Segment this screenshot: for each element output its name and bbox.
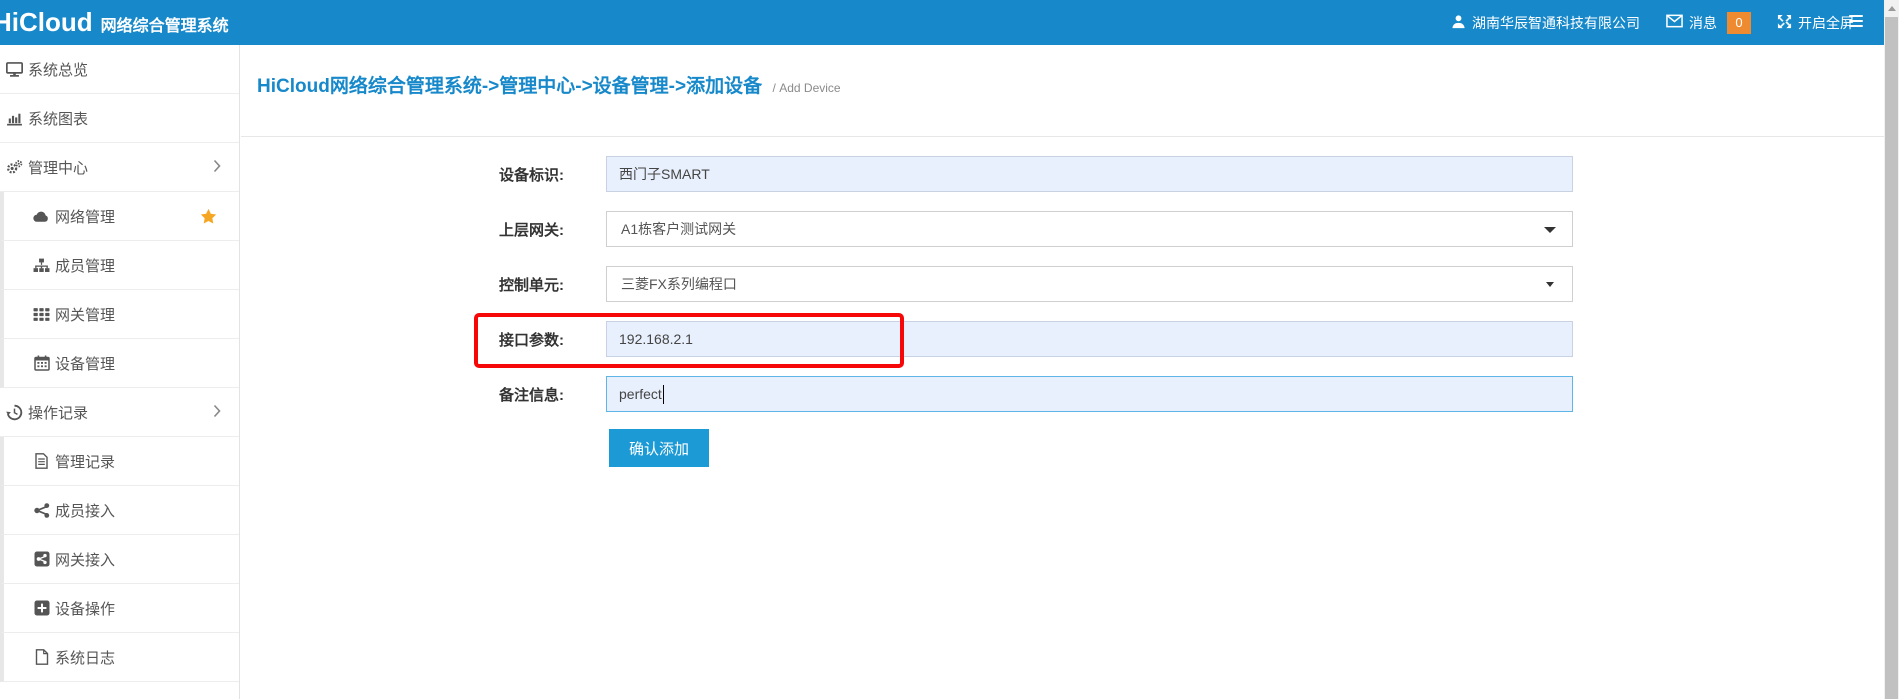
sidebar-item-label: 操作记录 [28, 402, 88, 423]
device-id-input[interactable]: 西门子SMART [606, 156, 1573, 192]
sitemap-icon [33, 257, 50, 274]
sidebar-item-label: 网关接入 [55, 549, 115, 570]
sidebar-item-system-overview[interactable]: 系统总览 [0, 45, 239, 94]
bar-chart-icon [6, 110, 23, 127]
chevron-right-icon [213, 159, 221, 177]
chevron-right-icon [213, 404, 221, 422]
file-icon [33, 649, 50, 666]
page: HiCloud 网络综合管理系统 湖南华辰智通科技有限公司 消息 0 [0, 0, 1899, 699]
remark-input[interactable]: perfect [606, 376, 1573, 412]
topbar-right: 湖南华辰智通科技有限公司 消息 0 开启全屏 [1451, 0, 1854, 45]
user-icon [1451, 14, 1466, 32]
scrollbar-thumb[interactable] [1885, 17, 1898, 699]
sidebar-item-system-logs[interactable]: 系统日志 [0, 633, 239, 682]
scroll-up-button[interactable] [1884, 0, 1899, 17]
caret-down-icon [1546, 282, 1554, 287]
history-icon [6, 404, 23, 421]
remark-value: perfect [619, 386, 662, 402]
cloud-icon [33, 208, 50, 225]
fullscreen-toggle[interactable]: 开启全屏 [1777, 13, 1854, 33]
fullscreen-icon [1777, 14, 1792, 32]
interface-params-input[interactable]: 192.168.2.1 [606, 321, 1573, 357]
form-row-control-unit: 控制单元: 三菱FX系列编程口 [241, 266, 1884, 302]
breadcrumb-path: HiCloud网络综合管理系统->管理中心->设备管理->添加设备 [257, 76, 762, 97]
messages-label: 消息 [1689, 13, 1717, 33]
grid-icon [33, 306, 50, 323]
add-device-form: 设备标识: 西门子SMART 上层网关: A1栋客户测试网关 控制单元: 三菱F… [241, 137, 1884, 467]
form-row-interface-params: 接口参数: 192.168.2.1 [241, 321, 1884, 357]
calendar-icon [33, 355, 50, 372]
sidebar: 系统总览 系统图表 管理中心 网络管理 [0, 45, 240, 699]
share-square-icon [33, 551, 50, 568]
sidebar-item-member-management[interactable]: 成员管理 [0, 241, 239, 290]
share-icon [33, 502, 50, 519]
star-icon[interactable] [200, 208, 217, 229]
remark-label: 备注信息: [241, 384, 564, 405]
sidebar-item-gateway-access[interactable]: 网关接入 [0, 535, 239, 584]
sidebar-item-label: 成员接入 [55, 500, 115, 521]
sidebar-item-management-records[interactable]: 管理记录 [0, 437, 239, 486]
logo-brand: HiCloud [0, 7, 93, 38]
device-id-value: 西门子SMART [619, 164, 710, 184]
sidebar-item-label: 系统图表 [28, 108, 88, 129]
sidebar-item-device-management[interactable]: 设备管理 [0, 339, 239, 388]
sidebar-item-network-management[interactable]: 网络管理 [0, 192, 239, 241]
device-id-label: 设备标识: [241, 164, 564, 185]
breadcrumb: HiCloud网络综合管理系统->管理中心->设备管理->添加设备 / Add … [241, 45, 1884, 137]
caret-down-icon [1544, 227, 1556, 233]
company-name: 湖南华辰智通科技有限公司 [1472, 13, 1640, 33]
logo-suffix: 网络综合管理系统 [101, 12, 229, 36]
menu-icon[interactable] [1849, 15, 1863, 30]
upper-gateway-select[interactable]: A1栋客户测试网关 [606, 211, 1573, 247]
file-text-icon [33, 453, 50, 470]
account-menu[interactable]: 湖南华辰智通科技有限公司 [1451, 13, 1640, 33]
control-unit-select[interactable]: 三菱FX系列编程口 [606, 266, 1573, 302]
breadcrumb-suffix: / Add Device [773, 81, 841, 95]
sidebar-item-label: 管理中心 [28, 157, 88, 178]
form-row-remark: 备注信息: perfect [241, 376, 1884, 412]
form-row-upper-gateway: 上层网关: A1栋客户测试网关 [241, 211, 1884, 247]
confirm-add-button[interactable]: 确认添加 [609, 429, 709, 467]
sidebar-item-system-charts[interactable]: 系统图表 [0, 94, 239, 143]
control-unit-value: 三菱FX系列编程口 [621, 274, 737, 294]
sidebar-item-device-operation[interactable]: 设备操作 [0, 584, 239, 633]
topbar: HiCloud 网络综合管理系统 湖南华辰智通科技有限公司 消息 0 [0, 0, 1884, 45]
messages-menu[interactable]: 消息 0 [1666, 12, 1751, 34]
sidebar-item-label: 设备操作 [55, 598, 115, 619]
form-row-device-id: 设备标识: 西门子SMART [241, 156, 1884, 192]
sidebar-item-gateway-management[interactable]: 网关管理 [0, 290, 239, 339]
sidebar-item-label: 系统日志 [55, 647, 115, 668]
gears-icon [6, 159, 23, 176]
sidebar-item-label: 网关管理 [55, 304, 115, 325]
text-cursor [663, 385, 664, 404]
sidebar-item-member-access[interactable]: 成员接入 [0, 486, 239, 535]
interface-params-label: 接口参数: [241, 329, 564, 350]
interface-params-value: 192.168.2.1 [619, 331, 693, 347]
sidebar-item-label: 成员管理 [55, 255, 115, 276]
monitor-icon [6, 61, 23, 78]
sidebar-item-label: 设备管理 [55, 353, 115, 374]
app-logo: HiCloud 网络综合管理系统 [0, 7, 229, 38]
sidebar-item-label: 管理记录 [55, 451, 115, 472]
main-content: HiCloud网络综合管理系统->管理中心->设备管理->添加设备 / Add … [241, 45, 1884, 699]
messages-count-badge: 0 [1727, 12, 1751, 34]
upper-gateway-value: A1栋客户测试网关 [621, 219, 736, 239]
plus-square-icon [33, 600, 50, 617]
upper-gateway-label: 上层网关: [241, 219, 564, 240]
sidebar-item-management-center[interactable]: 管理中心 [0, 143, 239, 192]
envelope-icon [1666, 14, 1683, 31]
vertical-scrollbar[interactable] [1884, 0, 1899, 699]
sidebar-item-operation-records[interactable]: 操作记录 [0, 388, 239, 437]
fullscreen-label: 开启全屏 [1798, 13, 1854, 33]
control-unit-label: 控制单元: [241, 274, 564, 295]
sidebar-item-label: 网络管理 [55, 206, 115, 227]
sidebar-item-label: 系统总览 [28, 59, 88, 80]
